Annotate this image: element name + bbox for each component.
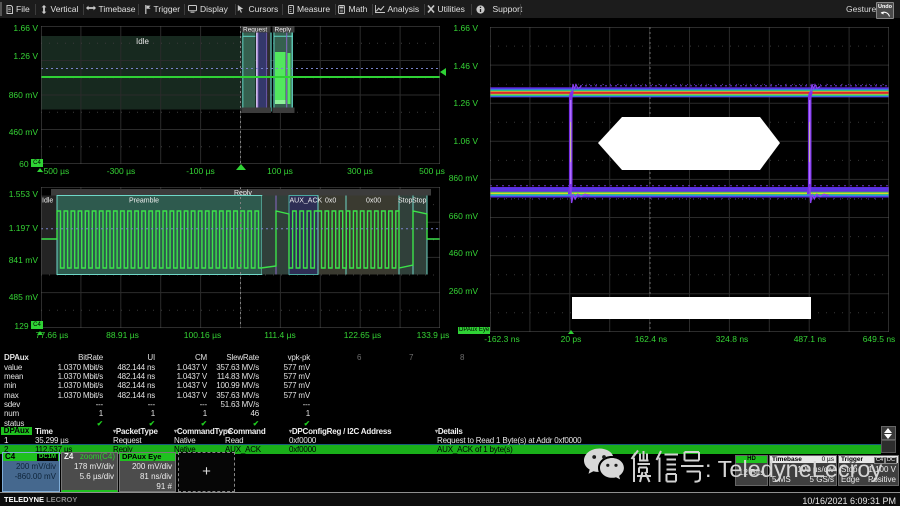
svg-text:Preamble: Preamble [129, 198, 159, 205]
svg-text:Idle: Idle [42, 198, 53, 205]
svg-text:: TeledyneLecroy: : TeledyneLecroy [705, 456, 882, 482]
svg-text:AUX_ACK: AUX_ACK [290, 198, 323, 205]
svg-text:0x0: 0x0 [325, 198, 336, 205]
svg-text:Stop: Stop [398, 198, 413, 205]
svg-text:0x00: 0x00 [366, 198, 381, 205]
svg-text:Stop: Stop [412, 198, 427, 205]
